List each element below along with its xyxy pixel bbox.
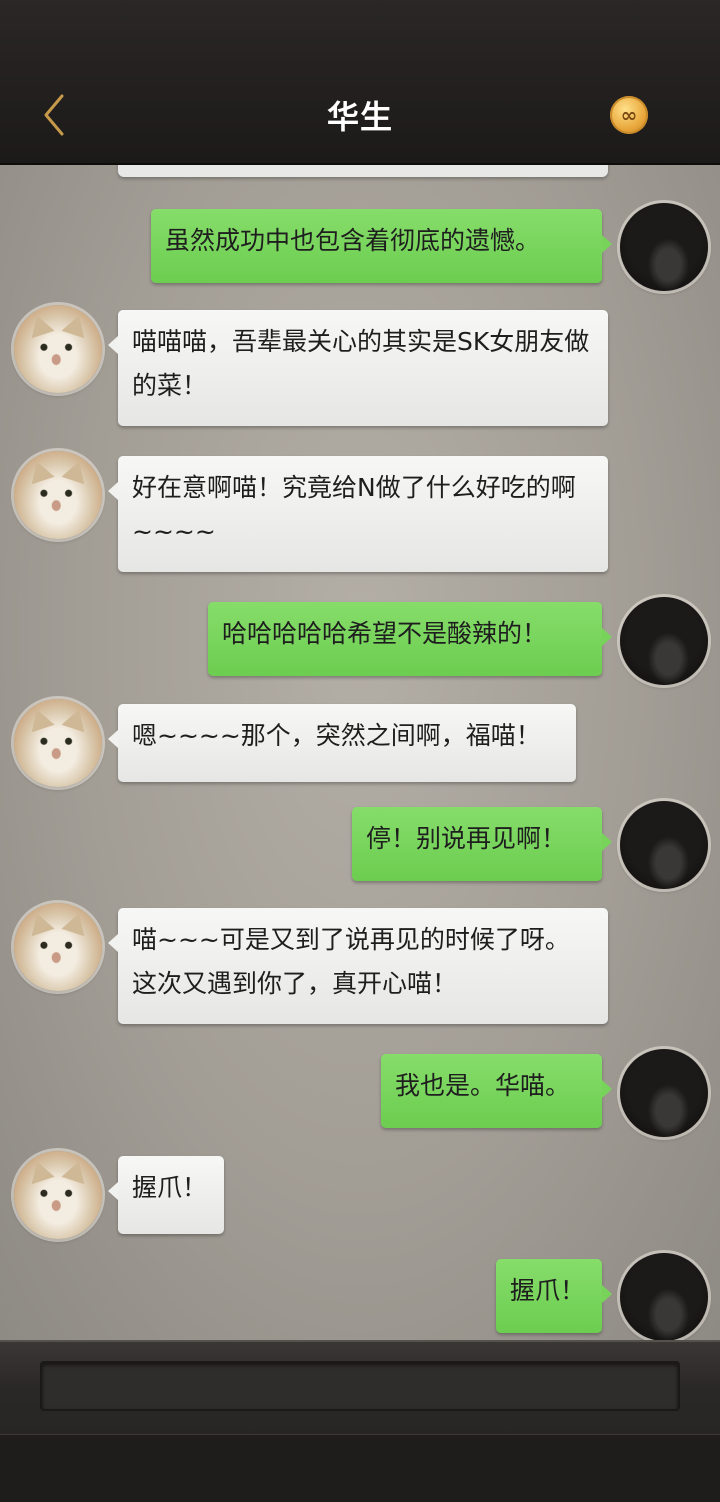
top-bar: 华生 ∞ (0, 0, 720, 165)
message-bubble-incoming[interactable]: 握爪！ (108, 1156, 224, 1234)
cat-avatar[interactable] (14, 903, 102, 991)
message-bubble-outgoing[interactable]: 哈哈哈哈哈希望不是酸辣的！ (208, 602, 612, 676)
previous-message-bubble (118, 165, 608, 177)
message-bubble-incoming[interactable]: 喵~~~可是又到了说再见的时候了呀。这次又遇到你了，真开心喵！ (108, 908, 608, 1024)
message-text: 喵~~~可是又到了说再见的时候了呀。这次又遇到你了，真开心喵！ (132, 925, 570, 998)
user-avatar[interactable] (620, 1049, 708, 1137)
coin-button[interactable]: ∞ (610, 96, 648, 134)
cat-avatar[interactable] (14, 1151, 102, 1239)
message-input[interactable] (40, 1361, 680, 1411)
message-bubble-outgoing[interactable]: 我也是。华喵。 (381, 1054, 612, 1128)
message-text: 握爪！ (510, 1276, 586, 1305)
cat-avatar[interactable] (14, 699, 102, 787)
cat-avatar[interactable] (14, 451, 102, 539)
infinity-coin-icon: ∞ (620, 103, 638, 127)
message-text: 嗯~~~~那个，突然之间啊，福喵！ (132, 721, 541, 750)
message-bubble-incoming[interactable]: 好在意啊喵！究竟给N做了什么好吃的啊~~~~ (108, 456, 608, 572)
message-text: 喵喵喵，吾辈最关心的其实是SK女朋友做的菜！ (132, 327, 590, 400)
message-text: 好在意啊喵！究竟给N做了什么好吃的啊~~~~ (132, 473, 576, 546)
user-avatar[interactable] (620, 801, 708, 889)
bottom-bar (0, 1340, 720, 1502)
message-bubble-outgoing[interactable]: 虽然成功中也包含着彻底的遗憾。 (151, 209, 612, 283)
message-bubble-outgoing[interactable]: 停！别说再见啊！ (352, 807, 612, 881)
bottom-toolbar (0, 1434, 720, 1502)
message-text: 握爪！ (132, 1173, 208, 1202)
user-avatar[interactable] (620, 203, 708, 291)
cat-avatar[interactable] (14, 305, 102, 393)
message-bubble-incoming[interactable]: 喵喵喵，吾辈最关心的其实是SK女朋友做的菜！ (108, 310, 608, 426)
user-avatar[interactable] (620, 1253, 708, 1340)
message-text: 停！别说再见啊！ (366, 824, 567, 853)
message-bubble-incoming[interactable]: 嗯~~~~那个，突然之间啊，福喵！ (108, 704, 576, 782)
message-text: 虽然成功中也包含着彻底的遗憾。 (165, 226, 541, 255)
user-avatar[interactable] (620, 597, 708, 685)
message-text: 哈哈哈哈哈希望不是酸辣的！ (222, 619, 548, 648)
chat-area[interactable]: 虽然成功中也包含着彻底的遗憾。 喵喵喵，吾辈最关心的其实是SK女朋友做的菜！ 好… (0, 165, 720, 1340)
message-bubble-outgoing[interactable]: 握爪！ (496, 1259, 612, 1333)
message-text: 我也是。华喵。 (395, 1071, 571, 1100)
